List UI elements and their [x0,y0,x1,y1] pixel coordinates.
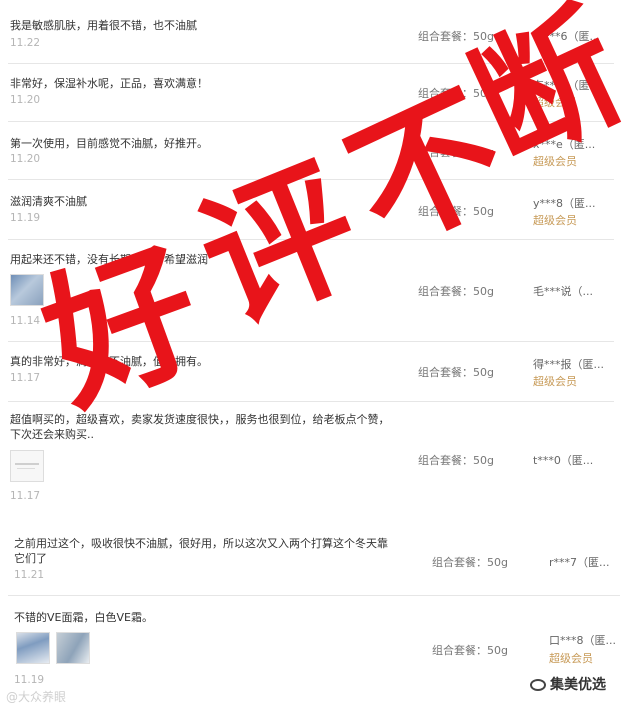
review-sku: 组合套餐：50g [418,454,494,467]
member-badge: 超级会员 [533,375,577,388]
review-sku: 组合套餐：50g [418,366,494,379]
review-sku: 组合套餐：50g [432,644,508,657]
thumbnail-text-line [17,468,35,469]
watermark-right: 集美优选 [530,674,606,694]
wechat-icon [530,679,546,691]
review-date: 11.20 [10,94,41,106]
member-badge: 超级会员 [549,652,593,665]
review-photo-thumbnail[interactable] [56,632,90,664]
review-user[interactable]: 毛***说（... [533,283,593,299]
review-user[interactable]: y***8（匿... [533,195,596,211]
review-date: 11.20 [10,153,41,165]
review-comment: 我是敏感肌肤，用着很不错，也不油腻 [10,19,197,32]
member-badge: 超级会员 [533,214,577,227]
watermark-left: @大众养眼 [6,690,67,704]
review-sku: 组合套餐：50g [432,556,508,569]
review-date: 11.17 [10,372,41,384]
watermark-right-text: 集美优选 [550,677,606,693]
review-date: 11.14 [10,315,41,327]
review-sku: 组合套餐：50g [418,285,494,298]
thumbnail-text-line [15,463,39,465]
review-comment: 超值啊买的，超级喜欢，卖家发货速度很快，，服务也很到位，给老板点个赞，下次还会来… [10,413,390,441]
review-comment: 非常好，保湿补水呢，正品，喜欢满意！ [10,77,208,90]
review-date: 11.19 [14,674,45,686]
review-user[interactable]: 口***8（匿... [549,632,616,648]
review-date: 11.22 [10,37,41,49]
review-user[interactable]: t***0（匿... [533,452,593,468]
review-user[interactable]: r***7（匿... [549,554,610,570]
review-photo-thumbnail[interactable] [10,450,44,482]
review-date: 11.21 [14,569,45,581]
review-photo-thumbnail[interactable] [16,632,50,664]
review-date: 11.17 [10,490,41,502]
review-row: 之前用过这个，吸收很快不油腻，很好用，所以这次又入两个打算这个冬天靠它们了 11… [0,524,640,596]
review-comment: 不错的VE面霜，白色VE霜。 [14,611,153,624]
review-comment: 之前用过这个，吸收很快不油腻，很好用，所以这次又入两个打算这个冬天靠它们了 [14,537,388,565]
review-user[interactable]: 得***报（匿... [533,356,604,372]
review-date: 11.19 [10,212,41,224]
